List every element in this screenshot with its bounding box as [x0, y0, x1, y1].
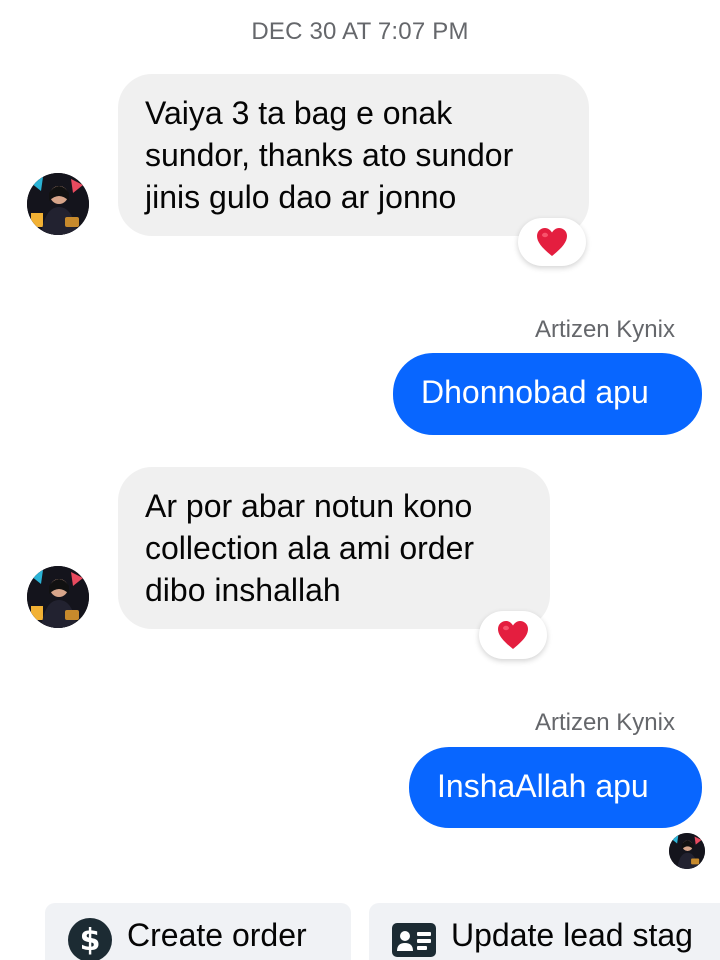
sender-name: Artizen Kynix: [534, 709, 675, 736]
update-lead-stage-label: Update lead stag: [451, 917, 693, 953]
message-bubble-outgoing[interactable]: Dhonnobad apu: [393, 353, 702, 435]
avatar-image: [669, 833, 705, 869]
dollar-icon: $: [67, 917, 113, 960]
contact-avatar[interactable]: [27, 173, 89, 235]
quick-action-bar: $ Create order Update lead stag: [0, 903, 720, 960]
create-order-label: Create order: [127, 917, 307, 953]
update-lead-stage-button[interactable]: Update lead stag: [369, 903, 720, 960]
sender-name: Artizen Kynix: [534, 316, 675, 343]
contact-card-icon: [391, 917, 437, 960]
message-reaction[interactable]: [479, 611, 547, 659]
avatar-image: [27, 173, 89, 235]
svg-text:$: $: [80, 923, 101, 958]
message-reaction[interactable]: [518, 218, 586, 266]
message-bubble-incoming[interactable]: Ar por abar notun kono collection ala am…: [118, 467, 550, 629]
contact-avatar[interactable]: [27, 566, 89, 628]
message-bubble-incoming[interactable]: Vaiya 3 ta bag e onak sundor, thanks ato…: [118, 74, 589, 236]
seen-receipt-avatar: [669, 833, 705, 869]
message-timestamp: DEC 30 AT 7:07 PM: [251, 18, 469, 45]
message-bubble-outgoing[interactable]: InshaAllah apu: [409, 747, 702, 828]
heart-icon: [498, 621, 528, 649]
heart-icon: [537, 228, 567, 256]
avatar-image: [27, 566, 89, 628]
create-order-button[interactable]: $ Create order: [45, 903, 351, 960]
